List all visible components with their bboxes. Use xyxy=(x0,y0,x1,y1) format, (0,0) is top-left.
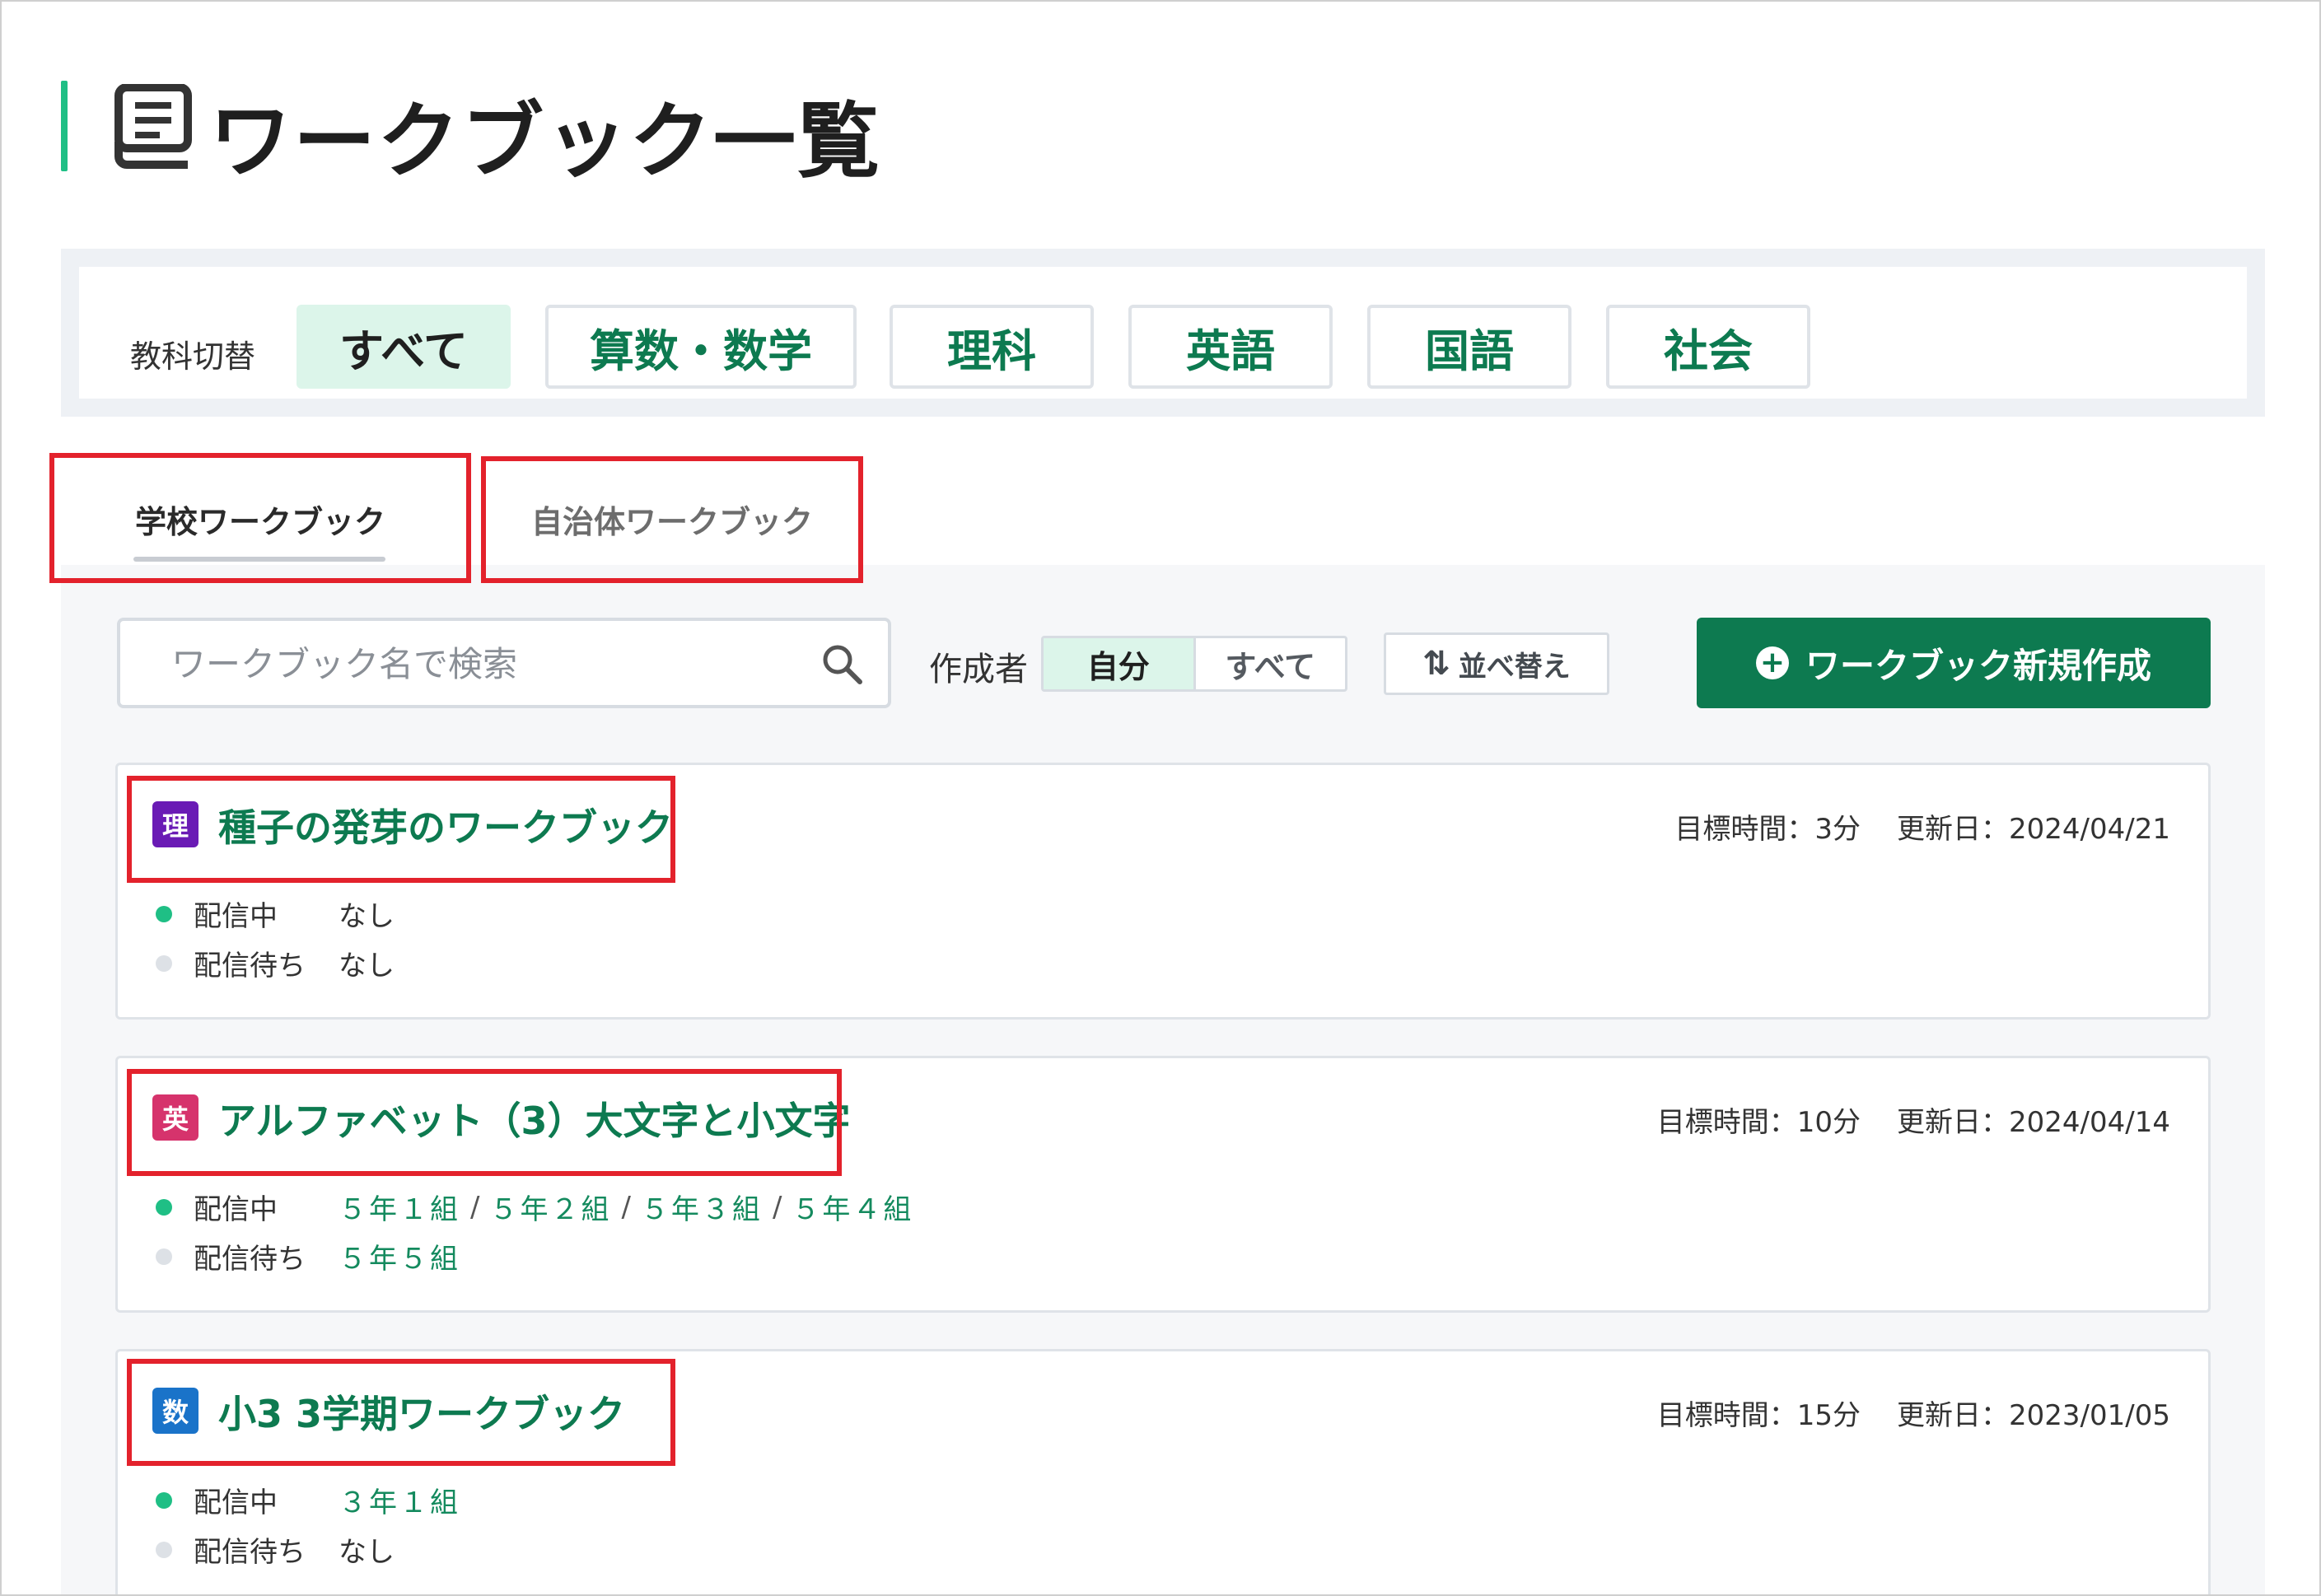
subject-english-button[interactable]: 英語 xyxy=(1128,305,1333,389)
live-status-dot xyxy=(156,1491,172,1509)
class-link[interactable]: ５年１組 xyxy=(339,1187,460,1227)
new-workbook-button-label: ワークブック新規作成 xyxy=(1805,645,2151,686)
creator-filter-toggle: 自分 すべて xyxy=(1041,636,1347,692)
live-status-dot xyxy=(156,905,172,922)
workbook-card: 数 小3 3学期ワークブック 目標時間：15分 更新日：2023/01/05 配信… xyxy=(115,1349,2211,1594)
live-status-row: 配信中 ３年１組 xyxy=(156,1480,460,1520)
workbook-card: 理 種子の発芽のワークブック 目標時間：3分 更新日：2024/04/21 配信中… xyxy=(115,763,2211,1020)
sort-button-label: 並べ替え xyxy=(1458,650,1571,684)
live-status-row: 配信中 ５年１組 / ５年２組 / ５年３組 / ５年４組 xyxy=(156,1187,913,1227)
subject-japanese-button[interactable]: 国語 xyxy=(1367,305,1571,389)
wait-status-dot xyxy=(156,954,172,972)
wait-status-value: なし xyxy=(339,1536,395,1569)
page-title: ワークブック一覧 xyxy=(209,93,881,189)
class-link[interactable]: ５年５組 xyxy=(339,1236,460,1276)
class-link[interactable]: ５年２組 xyxy=(489,1187,611,1227)
workbook-meta: 目標時間：15分 更新日：2023/01/05 xyxy=(1657,1393,2170,1433)
class-separator: / xyxy=(772,1190,782,1224)
subject-all-button[interactable]: すべて xyxy=(297,305,511,389)
target-time: 目標時間：3分 xyxy=(1674,813,1861,846)
sort-button[interactable]: ⇅ 並べ替え xyxy=(1384,632,1609,695)
wait-status-dot xyxy=(156,1248,172,1265)
wait-status-label: 配信待ち xyxy=(194,950,306,982)
live-status-label: 配信中 xyxy=(194,1193,278,1226)
search-box xyxy=(117,618,891,708)
workbook-title-link[interactable]: 小3 3学期ワークブック xyxy=(218,1384,625,1439)
workbook-title-link[interactable]: 種子の発芽のワークブック xyxy=(218,798,673,852)
wait-status-dot xyxy=(156,1541,172,1558)
wait-status-label: 配信待ち xyxy=(194,1536,306,1569)
title-accent-bar xyxy=(61,81,68,171)
book-icon xyxy=(114,84,192,169)
creator-filter-label: 作成者 xyxy=(929,651,1028,688)
wait-status-value: なし xyxy=(339,950,395,982)
updated-date: 更新日：2024/04/14 xyxy=(1897,1106,2170,1139)
class-separator: / xyxy=(621,1190,631,1224)
target-time: 目標時間：10分 xyxy=(1656,1106,1861,1139)
sort-icon: ⇅ xyxy=(1422,645,1450,683)
updated-date: 更新日：2024/04/21 xyxy=(1897,813,2170,846)
creator-self-option[interactable]: 自分 xyxy=(1044,638,1196,689)
live-status-label: 配信中 xyxy=(194,1486,278,1519)
class-link[interactable]: ５年３組 xyxy=(641,1187,763,1227)
subject-social-button[interactable]: 社会 xyxy=(1606,305,1810,389)
subject-badge-math: 数 xyxy=(152,1388,198,1434)
live-status-row: 配信中 なし xyxy=(156,894,395,934)
plus-circle-icon: + xyxy=(1755,646,1789,679)
class-link[interactable]: ５年４組 xyxy=(792,1187,913,1227)
workbook-card: 英 アルファベット（3）大文字と小文字 目標時間：10分 更新日：2024/04/… xyxy=(115,1056,2211,1313)
subject-badge-english: 英 xyxy=(152,1094,198,1141)
search-input[interactable] xyxy=(170,621,799,707)
search-icon[interactable] xyxy=(820,642,863,685)
tab-local-government-workbook[interactable]: 自治体ワークブック xyxy=(483,460,862,578)
updated-date: 更新日：2023/01/05 xyxy=(1897,1399,2170,1432)
wait-status-row: 配信待ち なし xyxy=(156,1529,395,1570)
workbook-title-link[interactable]: アルファベット（3）大文字と小文字 xyxy=(218,1091,851,1146)
active-tab-underline xyxy=(133,557,385,562)
live-status-label: 配信中 xyxy=(194,900,278,933)
workbook-meta: 目標時間：3分 更新日：2024/04/21 xyxy=(1674,806,2170,847)
creator-all-option[interactable]: すべて xyxy=(1196,638,1346,689)
wait-status-row: 配信待ち なし xyxy=(156,943,395,983)
subject-science-button[interactable]: 理科 xyxy=(890,305,1094,389)
subject-switch-panel: 教科切替 すべて 算数・数学 理科 英語 国語 社会 xyxy=(61,249,2265,417)
subject-switch-inner: 教科切替 すべて 算数・数学 理科 英語 国語 社会 xyxy=(79,267,2247,399)
subject-badge-science: 理 xyxy=(152,801,198,847)
target-time: 目標時間：15分 xyxy=(1656,1399,1861,1432)
live-status-value: なし xyxy=(339,900,395,933)
class-separator: / xyxy=(470,1190,480,1224)
wait-status-row: 配信待ち ５年５組 xyxy=(156,1236,460,1276)
class-link[interactable]: ３年１組 xyxy=(339,1480,460,1520)
page-frame: ワークブック一覧 教科切替 すべて 算数・数学 理科 英語 国語 社会 学校ワー… xyxy=(0,0,2321,1596)
new-workbook-button[interactable]: + ワークブック新規作成 xyxy=(1697,618,2211,708)
live-status-dot xyxy=(156,1198,172,1216)
subject-switch-label: 教科切替 xyxy=(130,338,256,375)
workbook-meta: 目標時間：10分 更新日：2024/04/14 xyxy=(1657,1099,2170,1140)
wait-status-label: 配信待ち xyxy=(194,1243,306,1276)
subject-math-button[interactable]: 算数・数学 xyxy=(545,305,857,389)
